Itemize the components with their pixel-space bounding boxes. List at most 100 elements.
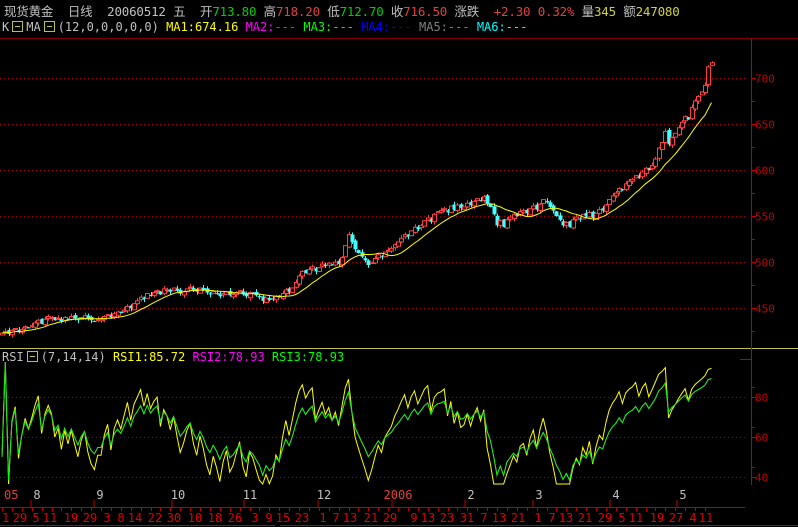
- day-label: 19: [650, 511, 664, 525]
- day-label: 14: [128, 511, 142, 525]
- day-label: 9: [265, 511, 272, 525]
- day-label: 5: [32, 511, 39, 525]
- ma1-line: [1, 102, 712, 334]
- candle: [465, 200, 470, 209]
- candle: [564, 221, 569, 229]
- price-tick-label: 650: [755, 119, 775, 132]
- day-label: 27: [669, 511, 683, 525]
- day-label: 1: [319, 511, 326, 525]
- day-label: 10: [188, 511, 202, 525]
- candle: [254, 289, 259, 297]
- candle: [528, 208, 533, 216]
- day-label: 7: [480, 511, 487, 525]
- day-label: 21: [511, 511, 525, 525]
- candle: [356, 249, 361, 254]
- day-label: 26: [228, 511, 242, 525]
- rsi-params: (7,14,14): [40, 350, 106, 364]
- day-label: 13: [343, 511, 357, 525]
- rsi-tick-label: 40: [755, 472, 768, 485]
- day-label: 13: [492, 511, 506, 525]
- price-tick-label: 550: [755, 211, 775, 224]
- day-label: 22: [148, 511, 162, 525]
- day-label: 1: [534, 511, 541, 525]
- month-label: 10: [171, 488, 185, 502]
- candle: [333, 259, 338, 267]
- day-label: 21: [364, 511, 378, 525]
- day-label: 30: [167, 511, 181, 525]
- chart-canvas[interactable]: 450500550600650700406080 05 8 9 10 11 12 2006 2…: [0, 0, 798, 527]
- day-label: 9: [410, 511, 417, 525]
- day-label: 29: [83, 511, 97, 525]
- candle: [455, 202, 460, 213]
- candle: [211, 291, 216, 295]
- day-label: 11: [629, 511, 643, 525]
- rsi-name: RSI: [2, 350, 24, 364]
- month-label: 3: [535, 488, 542, 502]
- candle: [135, 297, 140, 305]
- candle: [670, 136, 675, 148]
- day-label: 15: [276, 511, 290, 525]
- candle: [607, 199, 612, 205]
- candle: [366, 259, 371, 268]
- candle: [554, 210, 559, 217]
- day-label: 7: [332, 511, 339, 525]
- candle: [604, 203, 609, 215]
- candle: [653, 156, 658, 169]
- rsi3-line: [1, 361, 712, 482]
- month-label: 5: [679, 488, 686, 502]
- price-tick-label: 700: [755, 73, 775, 86]
- candle: [343, 245, 348, 258]
- day-label: 7: [548, 511, 555, 525]
- day-label: 21: [578, 511, 592, 525]
- candle: [132, 303, 137, 311]
- month-label: 2: [467, 488, 474, 502]
- day-label: 29: [383, 511, 397, 525]
- rsi2-value: RSI2:78.93: [192, 350, 265, 364]
- candle: [320, 261, 325, 268]
- candle: [399, 235, 404, 244]
- day-label: 3: [251, 511, 258, 525]
- rsi-tick-label: 80: [755, 392, 768, 405]
- price-tick-label: 450: [755, 303, 775, 316]
- candle: [541, 199, 546, 204]
- rsi1-value: RSI1:85.72: [112, 350, 186, 364]
- candle: [145, 293, 150, 299]
- price-tick-label: 500: [755, 257, 775, 270]
- candle: [3, 328, 8, 335]
- month-label: 2006: [384, 488, 413, 502]
- candle: [92, 320, 97, 322]
- candle: [290, 287, 295, 293]
- day-label: 19: [64, 511, 78, 525]
- month-label: 8: [33, 488, 40, 502]
- day-label: 11: [43, 511, 57, 525]
- month-label: 05: [4, 488, 18, 502]
- day-label: 29: [598, 511, 612, 525]
- month-label: 4: [612, 488, 619, 502]
- candle: [597, 206, 602, 215]
- candle: [432, 213, 437, 225]
- rsi2-line: [1, 361, 712, 482]
- day-label: 18: [208, 511, 222, 525]
- candle: [660, 141, 665, 150]
- month-label: 11: [243, 488, 257, 502]
- collapse-rsi-icon[interactable]: [26, 351, 38, 362]
- month-label: 9: [96, 488, 103, 502]
- rsi-tick-label: 60: [755, 432, 768, 445]
- day-label: 13: [559, 511, 573, 525]
- candle: [710, 61, 715, 67]
- candle: [409, 230, 414, 237]
- candle: [323, 262, 328, 269]
- day-label: 3: [103, 511, 110, 525]
- candle: [673, 132, 678, 138]
- day-label: 1: [2, 511, 9, 525]
- day-label: 23: [440, 511, 454, 525]
- day-label: 23: [295, 511, 309, 525]
- candle: [13, 328, 18, 331]
- candle: [389, 246, 394, 254]
- day-label: 13: [421, 511, 435, 525]
- price-tick-label: 600: [755, 165, 775, 178]
- candle: [512, 213, 517, 222]
- day-label: 31: [460, 511, 474, 525]
- rsi1-line: [1, 361, 712, 486]
- candle: [498, 219, 503, 229]
